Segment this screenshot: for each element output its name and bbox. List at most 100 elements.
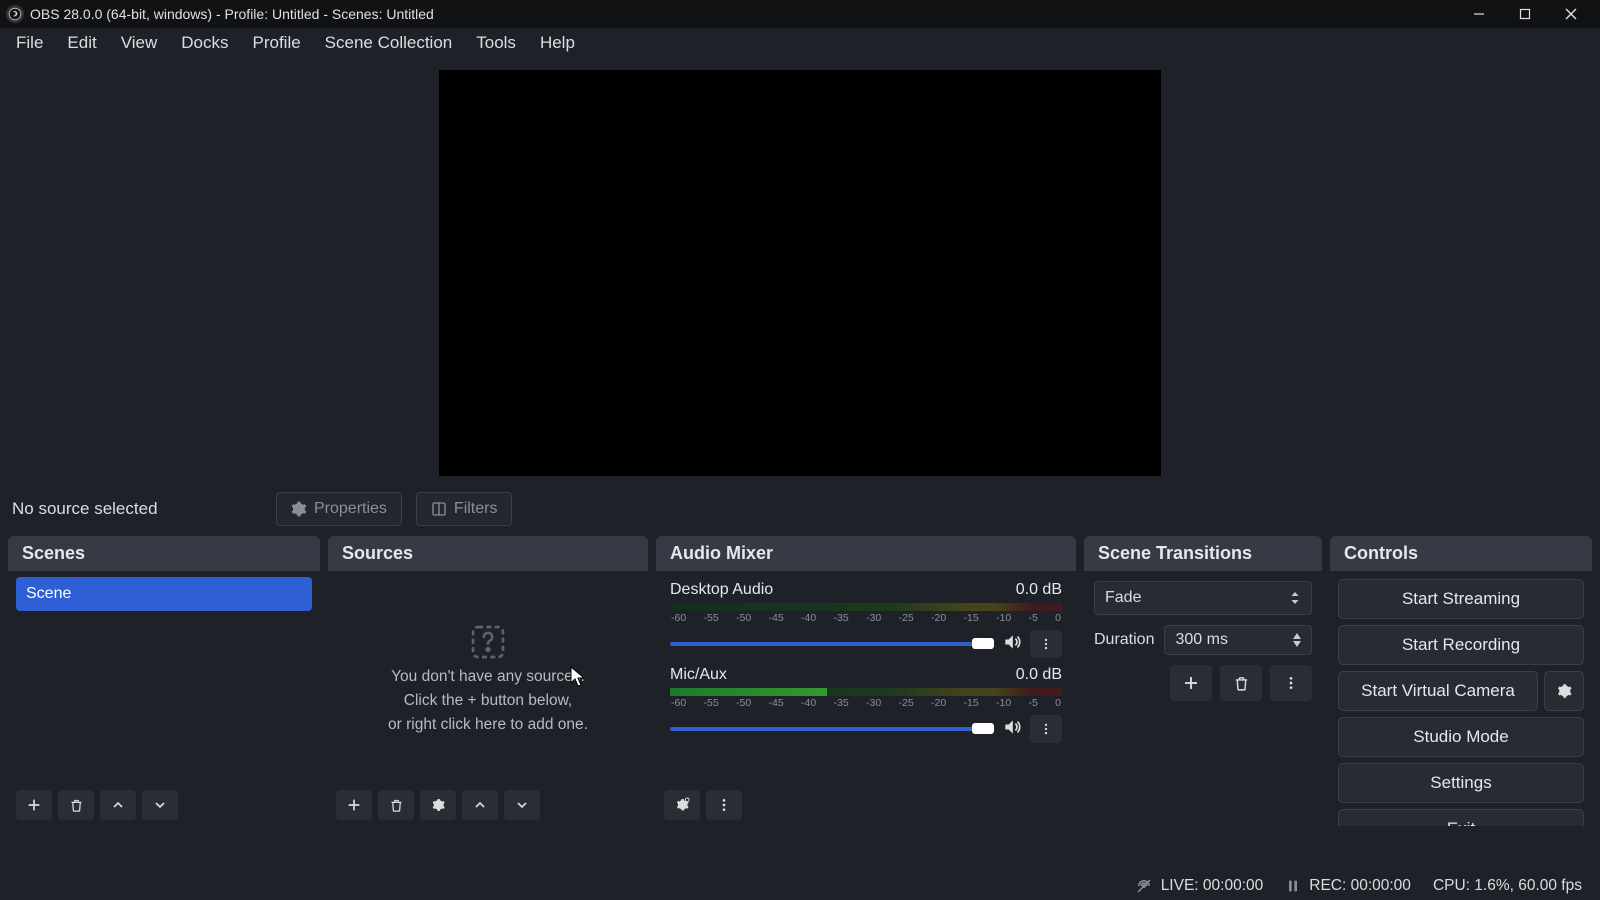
spinner-down-icon[interactable] <box>1291 640 1303 648</box>
sources-body[interactable]: You don't have any sources. Click the + … <box>328 571 648 784</box>
filters-button[interactable]: Filters <box>416 492 513 526</box>
studio-mode-button[interactable]: Studio Mode <box>1338 717 1584 757</box>
source-toolbar: No source selected Properties Filters <box>0 488 1600 530</box>
plus-icon <box>346 797 362 813</box>
source-move-up-button[interactable] <box>462 790 498 820</box>
menu-tools[interactable]: Tools <box>464 29 528 57</box>
sources-panel: Sources You don't have any sources. Clic… <box>328 536 648 826</box>
filters-label: Filters <box>454 500 498 518</box>
gear-icon <box>430 797 446 813</box>
sources-empty-line2: Click the + button below, <box>404 692 572 710</box>
chevron-down-icon <box>152 797 168 813</box>
menubar: File Edit View Docks Profile Scene Colle… <box>0 28 1600 58</box>
duration-spinner[interactable]: 300 ms <box>1164 625 1312 655</box>
source-add-button[interactable] <box>336 790 372 820</box>
statusbar: LIVE: 00:00:00 REC: 00:00:00 CPU: 1.6%, … <box>0 872 1600 900</box>
plus-icon <box>26 797 42 813</box>
close-button[interactable] <box>1548 0 1594 28</box>
question-box-icon <box>468 622 508 662</box>
volume-slider[interactable] <box>670 642 994 646</box>
menu-help[interactable]: Help <box>528 29 587 57</box>
chevron-up-icon <box>110 797 126 813</box>
track-name: Desktop Audio <box>670 581 773 599</box>
speaker-icon[interactable] <box>1002 632 1022 657</box>
gear-small-icon <box>673 796 691 814</box>
virtual-camera-settings-button[interactable] <box>1544 671 1584 711</box>
volume-slider[interactable] <box>670 727 994 731</box>
mixer-track: Mic/Aux0.0 dB-60-55-50-45-40-35-30-25-20… <box>664 662 1068 747</box>
preview-area <box>0 58 1600 488</box>
track-db: 0.0 dB <box>1016 581 1062 599</box>
status-rec: REC: 00:00:00 <box>1309 877 1411 895</box>
scenes-header: Scenes <box>8 536 320 571</box>
kebab-icon <box>1283 675 1299 691</box>
select-arrows-icon <box>1289 590 1301 606</box>
audio-mixer-header: Audio Mixer <box>656 536 1076 571</box>
menu-view[interactable]: View <box>109 29 170 57</box>
menu-scene-collection[interactable]: Scene Collection <box>313 29 465 57</box>
kebab-icon <box>716 797 732 813</box>
sources-header: Sources <box>328 536 648 571</box>
scene-move-down-button[interactable] <box>142 790 178 820</box>
menu-file[interactable]: File <box>4 29 55 57</box>
scene-remove-button[interactable] <box>58 790 94 820</box>
status-live: LIVE: 00:00:00 <box>1161 877 1264 895</box>
transitions-panel: Scene Transitions Fade Duration 300 ms <box>1084 536 1322 826</box>
transition-select[interactable]: Fade <box>1094 581 1312 615</box>
sources-empty-line1: You don't have any sources. <box>391 668 585 686</box>
menu-edit[interactable]: Edit <box>55 29 108 57</box>
transition-selected: Fade <box>1105 589 1141 607</box>
properties-button[interactable]: Properties <box>276 492 402 526</box>
gear-icon <box>291 501 307 517</box>
level-meter <box>670 603 1062 611</box>
transition-remove-button[interactable] <box>1220 665 1262 701</box>
minimize-button[interactable] <box>1456 0 1502 28</box>
start-virtual-camera-button[interactable]: Start Virtual Camera <box>1338 671 1538 711</box>
spinner-up-icon[interactable] <box>1291 632 1303 640</box>
duration-value: 300 ms <box>1175 631 1227 649</box>
source-remove-button[interactable] <box>378 790 414 820</box>
signal-icon <box>1135 877 1153 895</box>
menu-profile[interactable]: Profile <box>240 29 312 57</box>
scene-move-up-button[interactable] <box>100 790 136 820</box>
gear-icon <box>1555 682 1573 700</box>
chevron-up-icon <box>472 797 488 813</box>
filters-icon <box>431 501 447 517</box>
transition-add-button[interactable] <box>1170 665 1212 701</box>
start-streaming-button[interactable]: Start Streaming <box>1338 579 1584 619</box>
settings-button[interactable]: Settings <box>1338 763 1584 803</box>
window-title: OBS 28.0.0 (64-bit, windows) - Profile: … <box>30 6 1456 22</box>
transitions-header: Scene Transitions <box>1084 536 1322 571</box>
meter-ticks: -60-55-50-45-40-35-30-25-20-15-10-50 <box>670 697 1062 709</box>
start-recording-button[interactable]: Start Recording <box>1338 625 1584 665</box>
titlebar: OBS 28.0.0 (64-bit, windows) - Profile: … <box>0 0 1600 28</box>
controls-panel: Controls Start Streaming Start Recording… <box>1330 536 1592 826</box>
plus-icon <box>1182 674 1200 692</box>
track-menu-button[interactable] <box>1030 630 1062 658</box>
mixer-advanced-button[interactable] <box>664 790 700 820</box>
transition-properties-button[interactable] <box>1270 665 1312 701</box>
pause-icon <box>1285 878 1301 894</box>
track-name: Mic/Aux <box>670 666 727 684</box>
status-cpu: CPU: 1.6%, 60.00 fps <box>1433 877 1582 895</box>
exit-button[interactable]: Exit <box>1338 809 1584 826</box>
speaker-icon[interactable] <box>1002 717 1022 742</box>
mixer-menu-button[interactable] <box>706 790 742 820</box>
maximize-button[interactable] <box>1502 0 1548 28</box>
scene-item[interactable]: Scene <box>16 577 312 611</box>
audio-mixer-panel: Audio Mixer Desktop Audio 0.0 dB -60-55-50… <box>656 536 1076 826</box>
preview-canvas[interactable] <box>439 70 1161 476</box>
track-menu-button[interactable] <box>1030 715 1062 743</box>
app-icon <box>6 5 24 23</box>
scene-add-button[interactable] <box>16 790 52 820</box>
chevron-down-icon <box>514 797 530 813</box>
trash-icon <box>69 798 84 813</box>
source-properties-button[interactable] <box>420 790 456 820</box>
source-move-down-button[interactable] <box>504 790 540 820</box>
meter-ticks: -60-55-50-45-40-35-30-25-20-15-10-50 <box>670 612 1062 624</box>
sources-empty-line3: or right click here to add one. <box>388 716 588 734</box>
trash-icon <box>1233 675 1250 692</box>
trash-icon <box>389 798 404 813</box>
mixer-track: Desktop Audio 0.0 dB -60-55-50-45-40-35-30… <box>664 577 1068 662</box>
menu-docks[interactable]: Docks <box>169 29 240 57</box>
